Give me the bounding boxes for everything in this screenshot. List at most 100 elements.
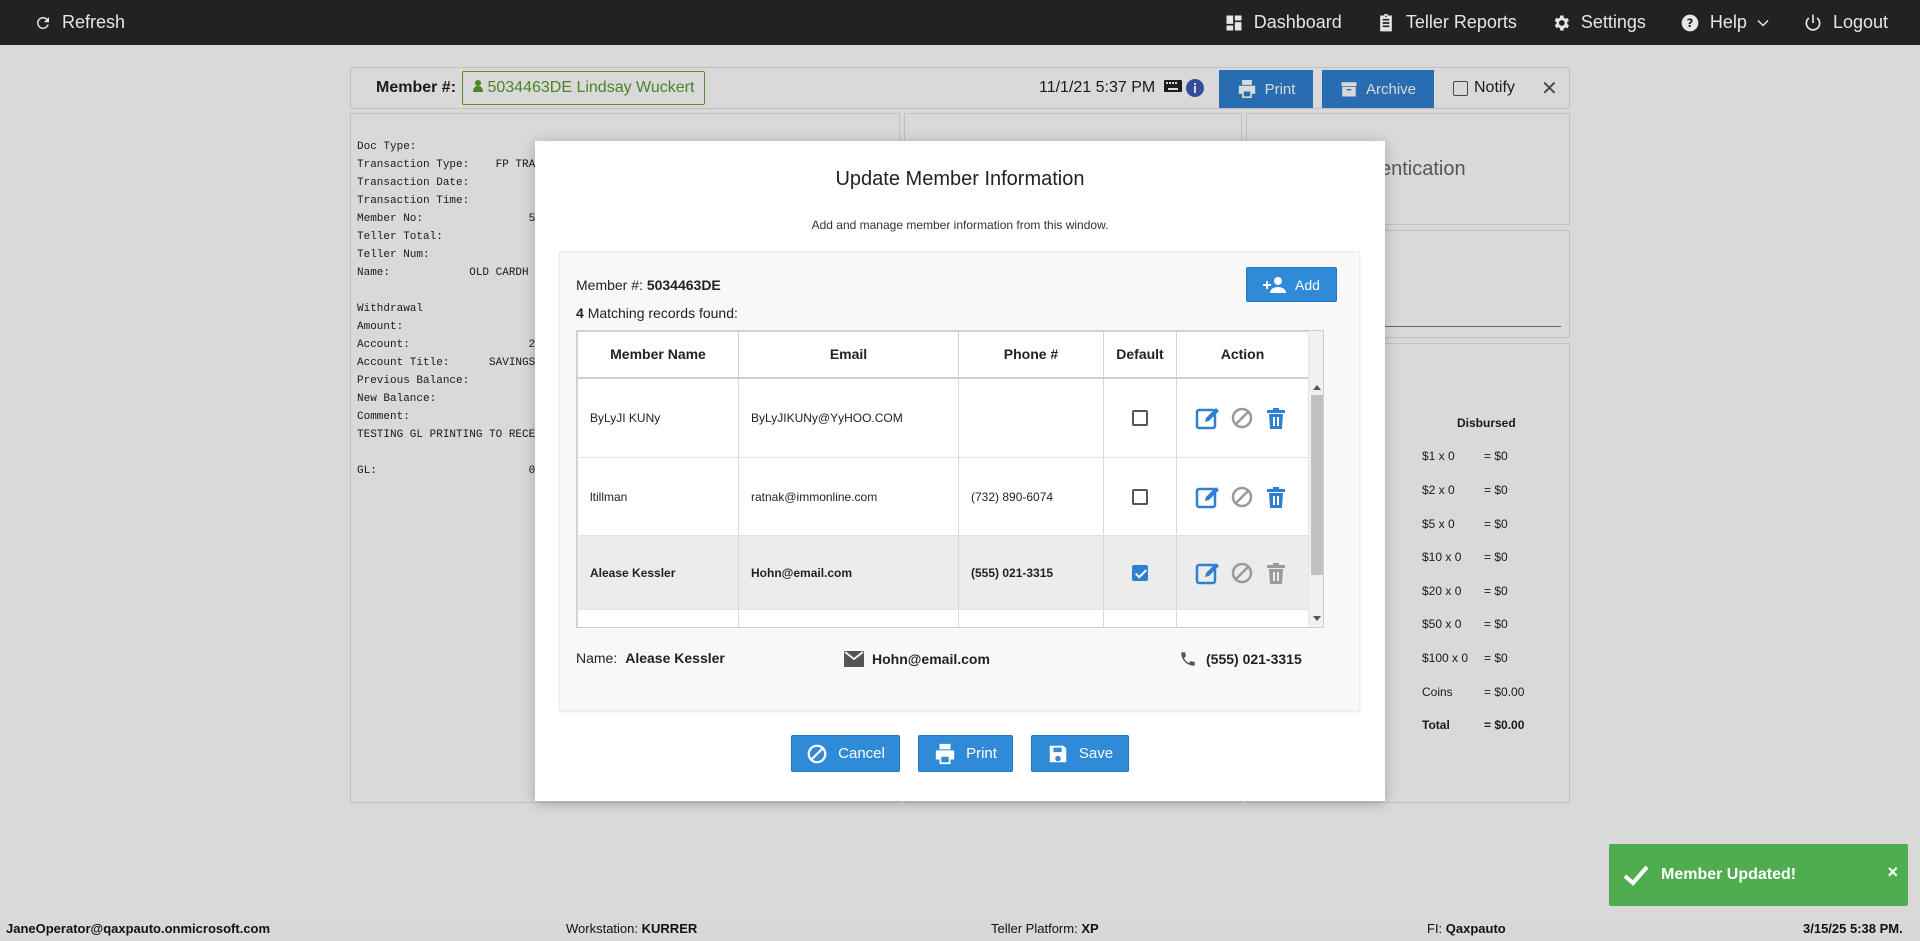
column-header-action: Action <box>1176 331 1309 379</box>
member-records-panel: Member #: 5034463DE 4 Matching records f… <box>559 251 1360 711</box>
cancel-icon <box>807 744 827 763</box>
print-button[interactable]: Print <box>918 735 1013 772</box>
envelope-icon <box>844 651 864 667</box>
match-count-line: 4 Matching records found: <box>576 305 738 321</box>
modal-subtitle: Add and manage member information from t… <box>811 218 1109 232</box>
add-user-icon <box>1263 276 1287 293</box>
nav-logout[interactable]: Logout <box>1803 12 1888 33</box>
checkmark-icon <box>1623 865 1649 886</box>
table-row[interactable]: ltillman ratnak@immonline.com (732) 890-… <box>577 457 1309 536</box>
member-number: 5034463DE <box>646 277 721 293</box>
success-toast: Member Updated! × <box>1609 844 1908 906</box>
scroll-up-arrow[interactable] <box>1313 385 1321 390</box>
cell-default <box>1103 379 1177 458</box>
trash-icon[interactable] <box>1263 485 1289 509</box>
nav-menu: Dashboard Teller Reports Settings ? Help… <box>1224 0 1888 45</box>
nav-settings[interactable]: Settings <box>1551 12 1646 33</box>
column-header-default[interactable]: Default <box>1103 331 1177 379</box>
disable-icon[interactable] <box>1229 406 1255 430</box>
status-platform-value: XP <box>1081 921 1099 936</box>
members-table-grid: Member Name Email Phone # Default Action… <box>577 331 1309 627</box>
status-workstation-label: Workstation: <box>566 921 639 936</box>
status-workstation: Workstation: KURRER <box>566 921 697 936</box>
selected-email-value: Hohn@email.com <box>872 651 990 667</box>
status-datetime: 3/15/25 5:38 PM. <box>1803 921 1903 936</box>
save-button[interactable]: Save <box>1031 735 1129 772</box>
cell-member-name: ltillman <box>577 457 739 536</box>
default-checkbox[interactable] <box>1131 488 1148 505</box>
members-table: Member Name Email Phone # Default Action… <box>576 330 1324 628</box>
cell-default <box>1103 535 1177 610</box>
clipboard-icon <box>1379 13 1392 31</box>
column-header-phone[interactable]: Phone # <box>958 331 1104 379</box>
print-label: Print <box>966 745 997 762</box>
default-checkbox[interactable] <box>1131 410 1148 427</box>
default-checkbox-checked[interactable] <box>1131 564 1148 581</box>
nav-teller-reports[interactable]: Teller Reports <box>1376 12 1517 33</box>
toast-close-icon[interactable]: × <box>1887 862 1898 883</box>
match-text: Matching records found: <box>587 305 738 321</box>
scroll-thumb[interactable] <box>1311 395 1323 575</box>
column-header-member-name[interactable]: Member Name <box>577 331 739 379</box>
chevron-down-icon <box>1757 19 1769 27</box>
cell-phone: (732) 890-6074 <box>958 457 1104 536</box>
table-row[interactable]: ByLyJI KUNy ByLyJIKUNy@YyHOO.COM <box>577 379 1309 458</box>
edit-icon[interactable] <box>1195 406 1221 430</box>
cell-email: Hohn@email.com <box>738 535 959 610</box>
dashboard-icon <box>1226 15 1242 30</box>
top-nav: Refresh Dashboard Teller Reports Setting… <box>0 0 1920 45</box>
selected-email: Hohn@email.com <box>844 650 990 668</box>
refresh-button[interactable]: Refresh <box>34 0 125 45</box>
cell-default <box>1103 457 1177 536</box>
cell-phone <box>958 379 1104 458</box>
status-fi-label: FI: <box>1427 921 1443 936</box>
status-user-value: JaneOperator@qaxpauto.onmicrosoft.com <box>6 921 271 936</box>
phone-icon <box>1181 652 1195 666</box>
update-member-modal: Update Member Information Add and manage… <box>535 141 1385 801</box>
selected-phone: (555) 021-3315 <box>1178 650 1302 668</box>
match-count: 4 <box>576 305 584 321</box>
status-platform: Teller Platform: XP <box>991 921 1099 936</box>
selected-name-label: Name: <box>576 650 618 666</box>
cell-actions <box>1176 379 1309 458</box>
trash-icon-disabled <box>1267 562 1285 584</box>
cancel-label: Cancel <box>838 745 885 762</box>
power-icon <box>1805 14 1821 31</box>
cell-actions <box>1176 535 1309 610</box>
scroll-down-arrow[interactable] <box>1313 616 1321 621</box>
modal-title: Update Member Information <box>835 168 1085 190</box>
refresh-label: Refresh <box>62 12 126 32</box>
cancel-button[interactable]: Cancel <box>791 735 900 772</box>
status-workstation-value: KURRER <box>641 921 698 936</box>
nav-settings-label: Settings <box>1580 12 1646 32</box>
nav-dashboard-label: Dashboard <box>1253 12 1342 32</box>
status-user: JaneOperator@qaxpauto.onmicrosoft.com <box>6 921 270 936</box>
selected-name-value: Alease Kessler <box>625 650 725 666</box>
toast-message: Member Updated! <box>1661 866 1797 883</box>
cell-email: ratnak@immonline.com <box>738 457 959 536</box>
disable-icon[interactable] <box>1229 485 1255 509</box>
help-icon: ? <box>1681 14 1699 31</box>
edit-icon[interactable] <box>1195 485 1221 509</box>
nav-dashboard[interactable]: Dashboard <box>1224 12 1342 33</box>
add-member-button[interactable]: Add <box>1246 267 1337 302</box>
selected-phone-value: (555) 021-3315 <box>1206 651 1302 667</box>
column-header-email[interactable]: Email <box>738 331 959 379</box>
status-fi-value: Qaxpauto <box>1445 921 1506 936</box>
nav-help-label: Help <box>1709 12 1747 32</box>
cell-email: ByLyJIKUNy@YyHOO.COM <box>738 379 959 458</box>
svg-text:?: ? <box>1687 16 1694 30</box>
table-row[interactable] <box>577 609 1309 627</box>
trash-icon[interactable] <box>1263 406 1289 430</box>
disable-icon[interactable] <box>1229 561 1255 585</box>
status-platform-label: Teller Platform: <box>991 921 1078 936</box>
cell-actions <box>1176 457 1309 536</box>
member-number-label: Member #: <box>576 277 643 293</box>
edit-icon[interactable] <box>1195 561 1221 585</box>
nav-help[interactable]: ? Help <box>1680 12 1769 33</box>
save-icon <box>1049 745 1067 762</box>
member-number-line: Member #: 5034463DE <box>576 277 721 293</box>
table-scrollbar[interactable] <box>1308 331 1323 627</box>
table-row-selected[interactable]: Alease Kessler Hohn@email.com (555) 021-… <box>577 535 1309 610</box>
table-header-row: Member Name Email Phone # Default Action <box>577 331 1309 379</box>
